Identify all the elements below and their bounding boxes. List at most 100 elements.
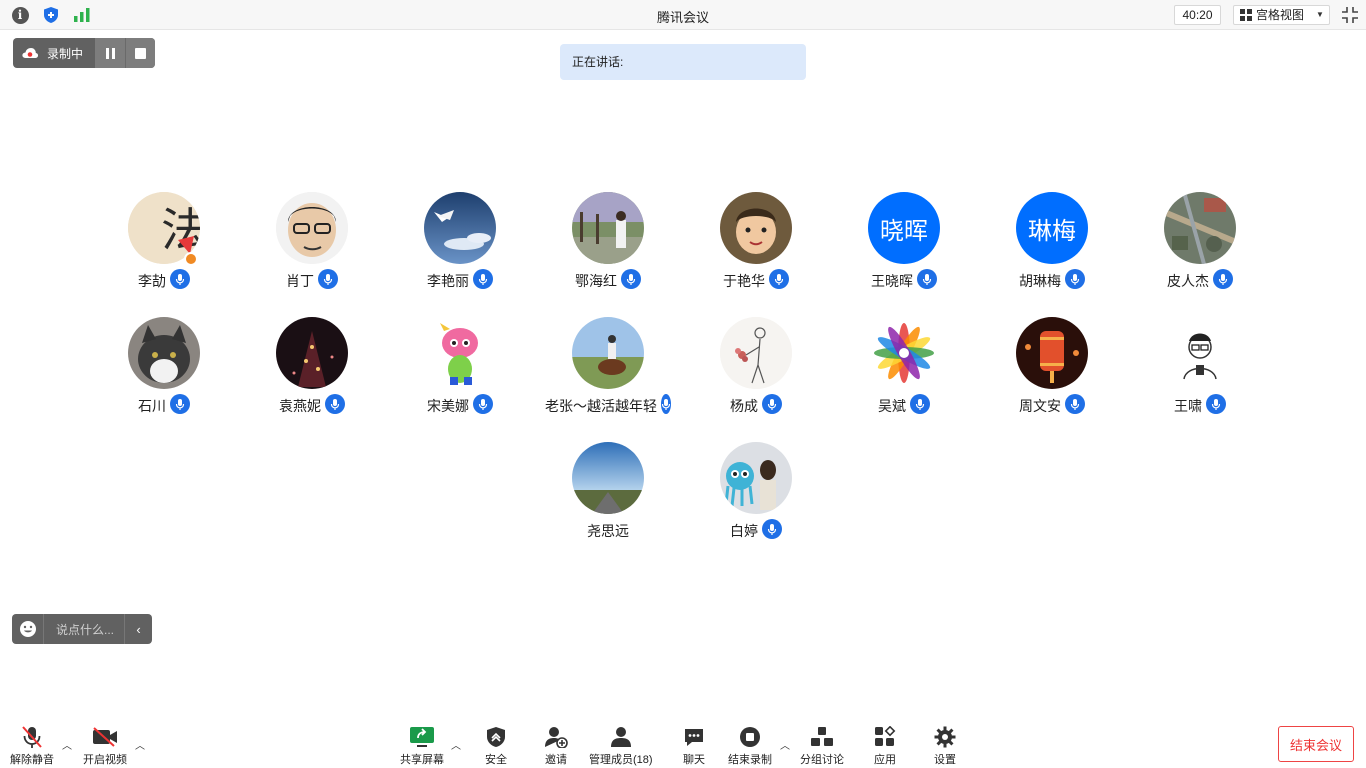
avatar (572, 442, 644, 514)
unmute-label: 解除静音 (10, 754, 54, 766)
participant-tile[interactable]: 王啸 (1140, 317, 1260, 427)
emoji-icon[interactable] (12, 614, 44, 644)
participant-name: 王晓晖 (871, 273, 913, 289)
avatar (1164, 317, 1236, 389)
apps-label: 应用 (874, 754, 896, 766)
mic-on-icon (473, 394, 493, 414)
apps-icon (870, 724, 900, 750)
participant-tile[interactable]: 法 李劼 (104, 192, 224, 302)
view-mode-dropdown[interactable]: 宫格视图 ▼ (1233, 5, 1330, 25)
avatar (424, 317, 496, 389)
svg-text:法: 法 (161, 203, 200, 257)
participant-tile[interactable]: 吴斌 (844, 317, 964, 427)
participant-name: 皮人杰 (1167, 273, 1209, 289)
participant-tile[interactable]: 鄂海红 (548, 192, 668, 302)
view-mode-label: 宫格视图 (1256, 8, 1305, 22)
pause-recording-button[interactable] (95, 38, 125, 68)
grid-view-icon (1240, 9, 1252, 21)
mic-on-icon (170, 269, 190, 289)
breakout-icon (807, 724, 837, 750)
participant-name: 白婷 (730, 523, 758, 539)
mic-on-icon (762, 519, 782, 539)
mic-on-icon (769, 269, 789, 289)
participant-tile[interactable]: 白婷 (696, 442, 816, 552)
meeting-window: i 腾讯会议 40:20 宫格视图 ▼ 录制中 正在讲话: 法 李劼 肖丁 李艳… (0, 0, 1366, 768)
avatar (276, 192, 348, 264)
recording-options-chevron-icon[interactable]: ︿ (780, 737, 790, 752)
participant-tile[interactable]: 皮人杰 (1140, 192, 1260, 302)
participant-tile[interactable]: 石川 (104, 317, 224, 427)
window-title: 腾讯会议 (656, 10, 709, 25)
apps-button[interactable]: 应用 (870, 724, 900, 767)
invite-button[interactable]: 邀请 (541, 724, 571, 767)
security-label: 安全 (485, 754, 507, 766)
participant-name: 杨成 (730, 398, 758, 414)
participant-tile[interactable]: 宋美娜 (400, 317, 520, 427)
avatar (572, 317, 644, 389)
start-video-button[interactable]: 开启视频 (83, 724, 127, 767)
mic-muted-icon (17, 724, 47, 750)
participant-tile[interactable]: 袁燕妮 (252, 317, 372, 427)
participant-tile[interactable]: 肖丁 (252, 192, 372, 302)
exit-fullscreen-icon[interactable] (1340, 5, 1360, 25)
participant-tile[interactable]: 老张～越活越年轻 (545, 317, 671, 427)
manage-members-label: 管理成员(18) (589, 754, 653, 766)
participant-name: 王啸 (1174, 398, 1202, 414)
chat-input-bar[interactable]: 说点什么... ‹ (12, 614, 152, 644)
meeting-toolbar: 解除静音 ︿ 开启视频 ︿ 共享屏幕 ︿ 安全 邀请 管理成员(18) 聊天 结… (0, 718, 1366, 768)
avatar (572, 192, 644, 264)
manage-members-button[interactable]: 管理成员(18) (589, 724, 653, 767)
participant-tile[interactable]: 琳梅 胡琳梅 (992, 192, 1112, 302)
mic-on-icon (473, 269, 493, 289)
share-screen-button[interactable]: 共享屏幕 (400, 724, 444, 767)
gear-icon (930, 724, 960, 750)
end-recording-button[interactable]: 结束录制 (728, 724, 772, 767)
settings-button[interactable]: 设置 (930, 724, 960, 767)
pause-icon (105, 47, 115, 59)
chat-label: 聊天 (683, 754, 705, 766)
cloud-record-icon (22, 48, 39, 58)
recording-indicator: 录制中 (13, 38, 155, 68)
audio-options-chevron-icon[interactable]: ︿ (62, 737, 72, 752)
recording-status: 录制中 (13, 38, 95, 68)
avatar (1016, 317, 1088, 389)
participant-name: 胡琳梅 (1019, 273, 1061, 289)
invite-label: 邀请 (545, 754, 567, 766)
mic-on-icon (1065, 394, 1085, 414)
mic-on-icon (170, 394, 190, 414)
breakout-label: 分组讨论 (800, 754, 844, 766)
settings-label: 设置 (934, 754, 956, 766)
mic-on-icon (325, 394, 345, 414)
video-options-chevron-icon[interactable]: ︿ (135, 737, 145, 752)
chat-button[interactable]: 聊天 (679, 724, 709, 767)
participant-tile[interactable]: 晓晖 王晓晖 (844, 192, 964, 302)
participant-tile[interactable]: 李艳丽 (400, 192, 520, 302)
avatar (128, 317, 200, 389)
end-meeting-button[interactable]: 结束会议 (1278, 726, 1354, 762)
share-options-chevron-icon[interactable]: ︿ (451, 737, 461, 752)
participant-name: 吴斌 (878, 398, 906, 414)
participant-tile[interactable]: 周文安 (992, 317, 1112, 427)
participant-tile[interactable]: 于艳华 (696, 192, 816, 302)
stop-recording-button[interactable] (125, 38, 155, 68)
mic-on-icon (910, 394, 930, 414)
participant-tile[interactable]: 尧思远 (548, 442, 668, 552)
participant-name: 石川 (138, 398, 166, 414)
mic-on-icon (1213, 269, 1233, 289)
collapse-chat-icon[interactable]: ‹ (124, 614, 152, 644)
participant-tile[interactable]: 杨成 (696, 317, 816, 427)
breakout-rooms-button[interactable]: 分组讨论 (800, 724, 844, 767)
participant-name: 于艳华 (723, 273, 765, 289)
participant-name: 宋美娜 (427, 398, 469, 414)
security-button[interactable]: 安全 (481, 724, 511, 767)
participant-name: 李劼 (138, 273, 166, 289)
recording-label: 录制中 (47, 46, 84, 61)
participant-name: 鄂海红 (575, 273, 617, 289)
chat-input[interactable]: 说点什么... (44, 621, 124, 638)
participant-name: 尧思远 (587, 523, 629, 539)
camera-off-icon (90, 724, 120, 750)
invite-user-icon (541, 724, 571, 750)
unmute-button[interactable]: 解除静音 (10, 724, 54, 767)
mic-on-icon (1206, 394, 1226, 414)
avatar-initials: 晓晖 (868, 192, 940, 264)
